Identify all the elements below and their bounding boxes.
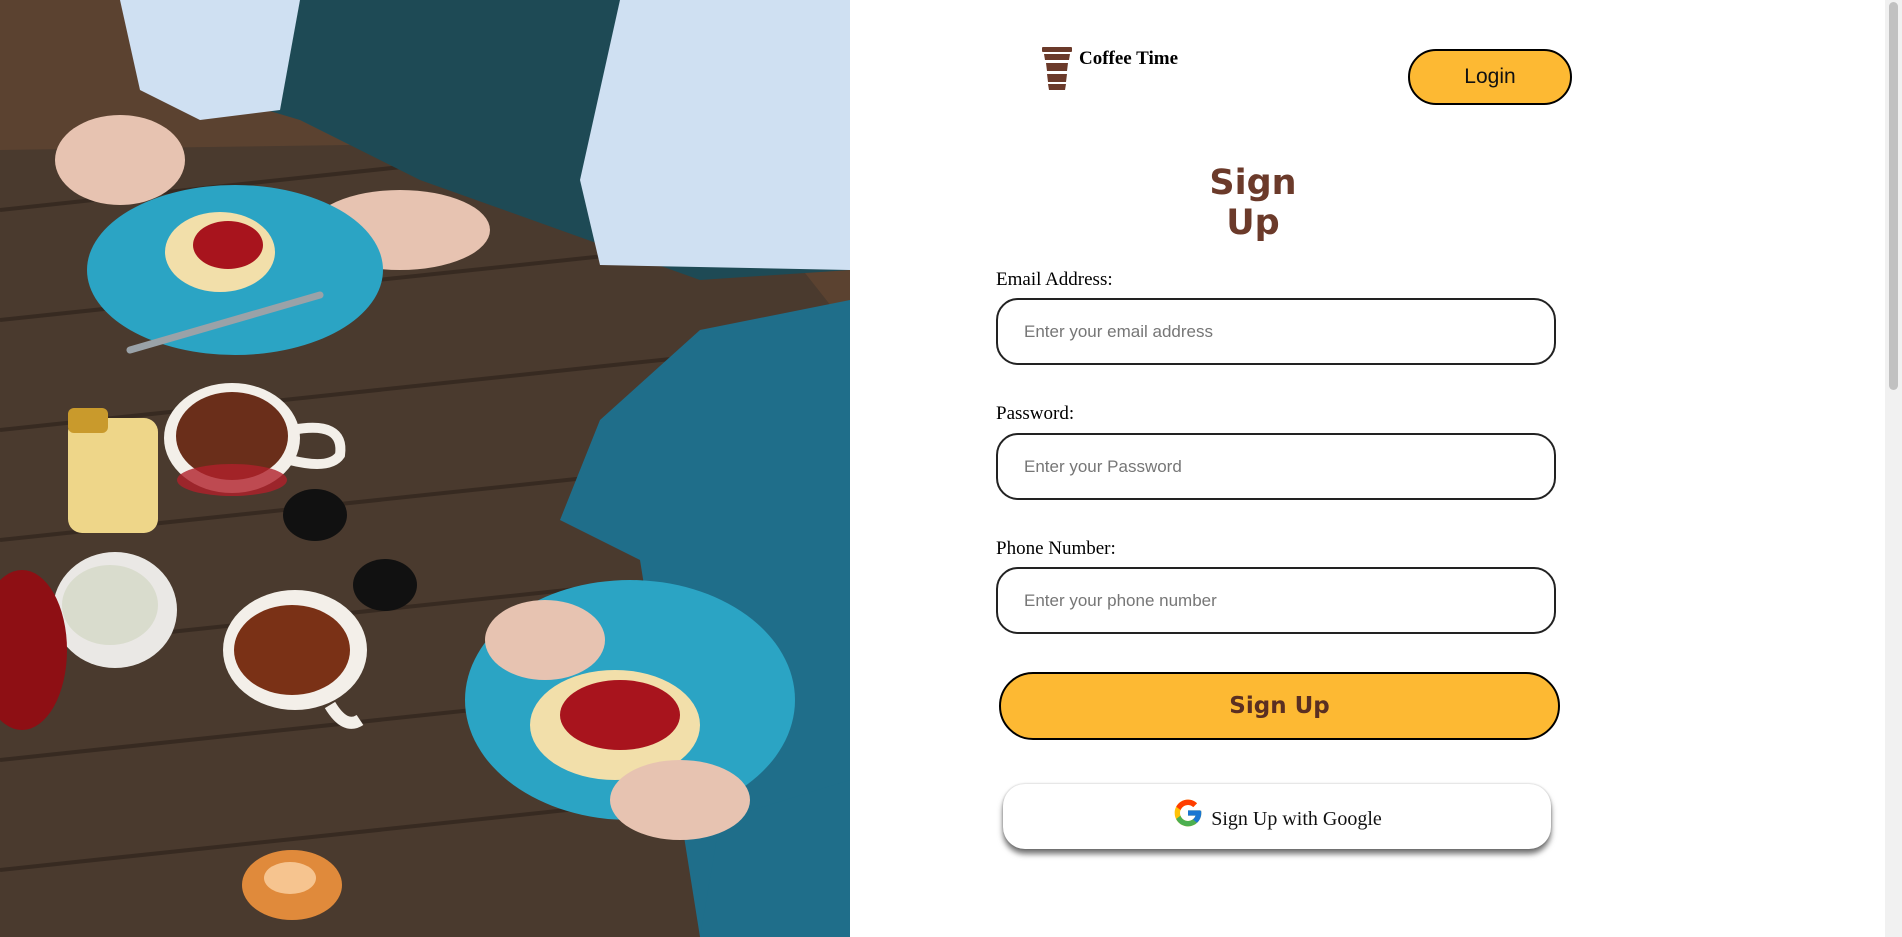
google-sign-up-label: Sign Up with Google <box>1211 808 1382 830</box>
phone-label: Phone Number: <box>996 538 1116 559</box>
google-sign-up-button[interactable]: Sign Up with Google <box>1003 784 1551 849</box>
brand[interactable]: Coffee Time <box>1037 47 1178 91</box>
coffee-cup-icon <box>1042 47 1072 90</box>
google-g-icon <box>1174 799 1202 826</box>
scrollbar-thumb[interactable] <box>1889 2 1898 390</box>
email-field[interactable] <box>996 298 1556 365</box>
password-label: Password: <box>996 403 1075 424</box>
sign-up-button[interactable]: Sign Up <box>999 672 1560 740</box>
hero-photo <box>0 0 850 937</box>
login-button[interactable]: Login <box>1408 49 1572 105</box>
brand-name: Coffee Time <box>1079 48 1179 69</box>
page-scrollbar[interactable] <box>1885 0 1902 937</box>
password-field[interactable] <box>996 433 1556 500</box>
phone-field[interactable] <box>996 567 1556 634</box>
page-title: Sign Up <box>1209 163 1297 243</box>
email-label: Email Address: <box>996 269 1113 290</box>
